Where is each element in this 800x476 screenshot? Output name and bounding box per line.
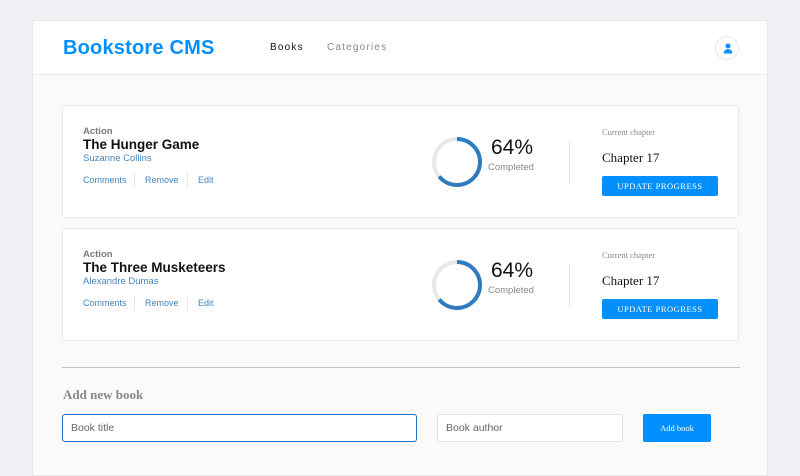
current-chapter-label: Current chapter [602, 250, 656, 260]
add-book-heading: Add new book [63, 387, 144, 402]
book-author: Suzanne Collins [83, 153, 152, 164]
book-actions: Comments Remove Edit [83, 172, 214, 188]
edit-button[interactable]: Edit [188, 298, 214, 308]
comments-button[interactable]: Comments [83, 298, 134, 308]
remove-button[interactable]: Remove [135, 298, 187, 308]
completed-label: Completed [488, 162, 534, 173]
progress-ring [432, 137, 482, 187]
app-page: Bookstore CMS Books Categories Action Th… [32, 20, 768, 476]
current-chapter-label: Current chapter [602, 127, 656, 137]
current-chapter-value: Chapter 17 [602, 150, 660, 165]
book-card: Action The Hunger Game Suzanne Collins C… [62, 105, 739, 218]
edit-button[interactable]: Edit [188, 175, 214, 185]
card-divider [569, 140, 570, 185]
book-actions: Comments Remove Edit [83, 295, 214, 311]
nav-books-link[interactable]: Books [270, 42, 304, 53]
book-author-input[interactable] [437, 414, 623, 442]
progress-percent: 64% [491, 136, 534, 159]
book-title: The Hunger Game [83, 137, 200, 152]
book-genre: Action [83, 126, 113, 137]
add-book-button[interactable]: Add book [643, 414, 711, 442]
comments-button[interactable]: Comments [83, 175, 134, 185]
progress-ring [432, 260, 482, 310]
book-card: Action The Three Musketeers Alexandre Du… [62, 228, 739, 341]
book-title-input[interactable] [62, 414, 417, 442]
app-logo[interactable]: Bookstore CMS [63, 37, 215, 60]
form-divider [62, 367, 740, 368]
user-icon [723, 43, 733, 54]
update-progress-button[interactable]: UPDATE PROGRESS [602, 176, 718, 196]
remove-button[interactable]: Remove [135, 175, 187, 185]
progress-percent: 64% [491, 259, 534, 282]
book-author: Alexandre Dumas [83, 276, 159, 287]
current-chapter-value: Chapter 17 [602, 273, 660, 288]
nav-categories-link[interactable]: Categories [327, 42, 387, 53]
update-progress-button[interactable]: UPDATE PROGRESS [602, 299, 718, 319]
book-title: The Three Musketeers [83, 260, 226, 275]
user-avatar-button[interactable] [715, 36, 739, 60]
card-divider [569, 263, 570, 308]
completed-label: Completed [488, 285, 534, 296]
book-genre: Action [83, 249, 113, 260]
header-bar: Bookstore CMS Books Categories [33, 21, 767, 75]
